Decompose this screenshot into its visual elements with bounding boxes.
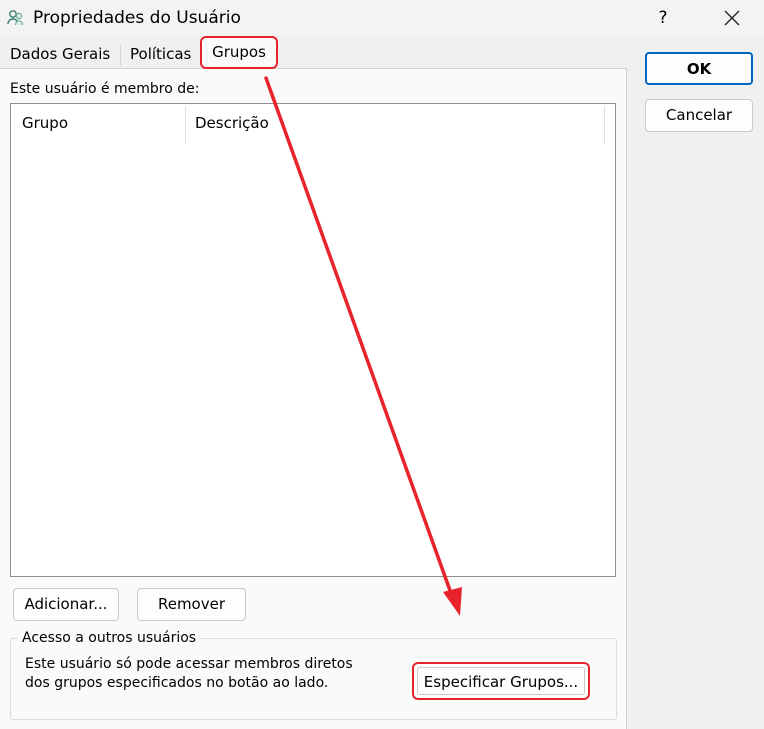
add-button[interactable]: Adicionar... xyxy=(13,588,119,621)
close-icon xyxy=(724,10,740,26)
column-header-descricao[interactable]: Descrição xyxy=(195,104,269,142)
column-divider[interactable] xyxy=(604,106,605,144)
column-header-grupo[interactable]: Grupo xyxy=(22,104,68,142)
ok-button[interactable]: OK xyxy=(645,52,753,85)
tab-politicas[interactable]: Políticas xyxy=(126,40,198,68)
tab-divider xyxy=(120,44,121,66)
column-divider[interactable] xyxy=(185,106,186,144)
close-button[interactable] xyxy=(712,4,752,32)
access-description: Este usuário só pode acessar membros dir… xyxy=(25,656,353,691)
user-properties-icon xyxy=(7,10,24,26)
title-bar: Propriedades do Usuário ? xyxy=(0,0,764,36)
user-properties-dialog: Propriedades do Usuário ? Dados Gerais P… xyxy=(0,0,764,729)
window-title: Propriedades do Usuário xyxy=(33,8,241,28)
remove-button[interactable]: Remover xyxy=(137,588,246,621)
tab-grupos[interactable]: Grupos xyxy=(200,36,278,69)
specify-groups-button[interactable]: Especificar Grupos... xyxy=(412,662,590,700)
tab-dados-gerais[interactable]: Dados Gerais xyxy=(6,40,118,68)
access-groupbox-title: Acesso a outros usuários xyxy=(18,629,201,647)
groups-list[interactable]: Grupo Descrição xyxy=(10,103,616,577)
member-of-label: Este usuário é membro de: xyxy=(10,81,200,97)
specify-groups-label: Especificar Grupos... xyxy=(417,667,585,695)
cancel-button[interactable]: Cancelar xyxy=(645,99,753,132)
help-button[interactable]: ? xyxy=(646,4,680,32)
